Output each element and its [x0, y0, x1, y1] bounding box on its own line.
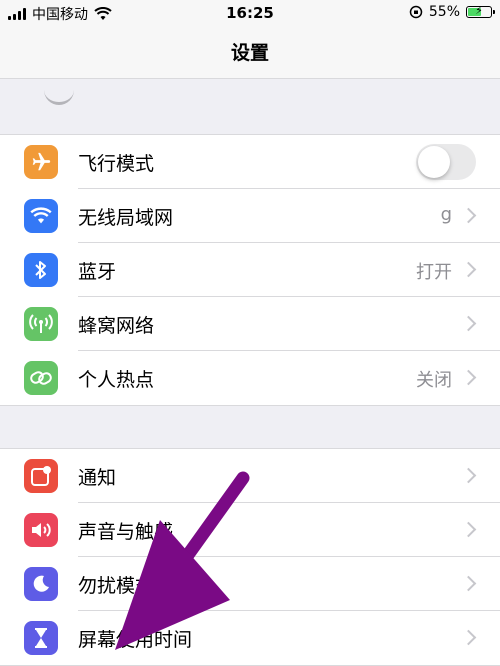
avatar[interactable] — [44, 84, 74, 105]
orientation-lock-icon — [409, 5, 423, 19]
row-value: 关闭 — [416, 370, 452, 391]
row-value: g — [440, 204, 452, 225]
speaker-icon — [24, 513, 58, 547]
row-value: 打开 — [416, 262, 452, 283]
cellular-antenna-icon — [24, 307, 58, 341]
chevron-right-icon — [460, 629, 477, 646]
row-bluetooth[interactable]: 蓝牙 打开 — [0, 243, 500, 297]
row-label: 勿扰模式 — [78, 575, 155, 597]
chevron-right-icon — [460, 315, 477, 332]
chevron-right-icon — [460, 369, 477, 386]
airplane-mode-toggle[interactable] — [416, 144, 476, 180]
moon-icon — [24, 567, 58, 601]
wifi-icon — [24, 199, 58, 233]
row-do-not-disturb[interactable]: 勿扰模式 — [0, 557, 500, 611]
row-label: 个人热点 — [78, 369, 155, 391]
status-bar: 中国移动 16:25 55% ⚡ — [0, 0, 500, 26]
toggle-knob — [418, 146, 450, 178]
notifications-group: 通知 声音与触感 勿扰模式 屏幕使用时间 — [0, 448, 500, 666]
hotspot-link-icon — [24, 361, 58, 395]
page-title: 设置 — [230, 42, 269, 64]
row-notifications[interactable]: 通知 — [0, 449, 500, 503]
chevron-right-icon — [460, 261, 477, 278]
row-label: 声音与触感 — [78, 521, 174, 543]
bluetooth-icon — [24, 253, 58, 287]
row-label: 无线局域网 — [78, 207, 174, 229]
row-wifi[interactable]: 无线局域网 g — [0, 189, 500, 243]
row-hotspot[interactable]: 个人热点 关闭 — [0, 351, 500, 405]
notification-badge-icon — [24, 459, 58, 493]
chevron-right-icon — [460, 575, 477, 592]
connectivity-group: 飞行模式 无线局域网 g 蓝牙 打开 蜂窝网络 个人热点 关闭 — [0, 134, 500, 406]
row-screen-time[interactable]: 屏幕使用时间 — [0, 611, 500, 665]
nav-bar: 设置 — [0, 26, 500, 105]
row-label: 飞行模式 — [78, 153, 155, 175]
row-cellular[interactable]: 蜂窝网络 — [0, 297, 500, 351]
row-sounds-haptics[interactable]: 声音与触感 — [0, 503, 500, 557]
airplane-icon — [24, 145, 58, 179]
row-airplane-mode[interactable]: 飞行模式 — [0, 135, 500, 189]
row-label: 通知 — [78, 467, 117, 489]
charging-bolt-icon: ⚡ — [475, 4, 483, 17]
chevron-right-icon — [460, 207, 477, 224]
row-label: 蓝牙 — [78, 261, 117, 283]
battery-icon: ⚡ — [466, 4, 495, 18]
row-label: 蜂窝网络 — [78, 315, 155, 337]
battery-percent: 55% — [428, 4, 460, 20]
status-right: 55% ⚡ — [409, 4, 495, 20]
row-label: 屏幕使用时间 — [78, 629, 193, 651]
chevron-right-icon — [460, 521, 477, 538]
chevron-right-icon — [460, 467, 477, 484]
